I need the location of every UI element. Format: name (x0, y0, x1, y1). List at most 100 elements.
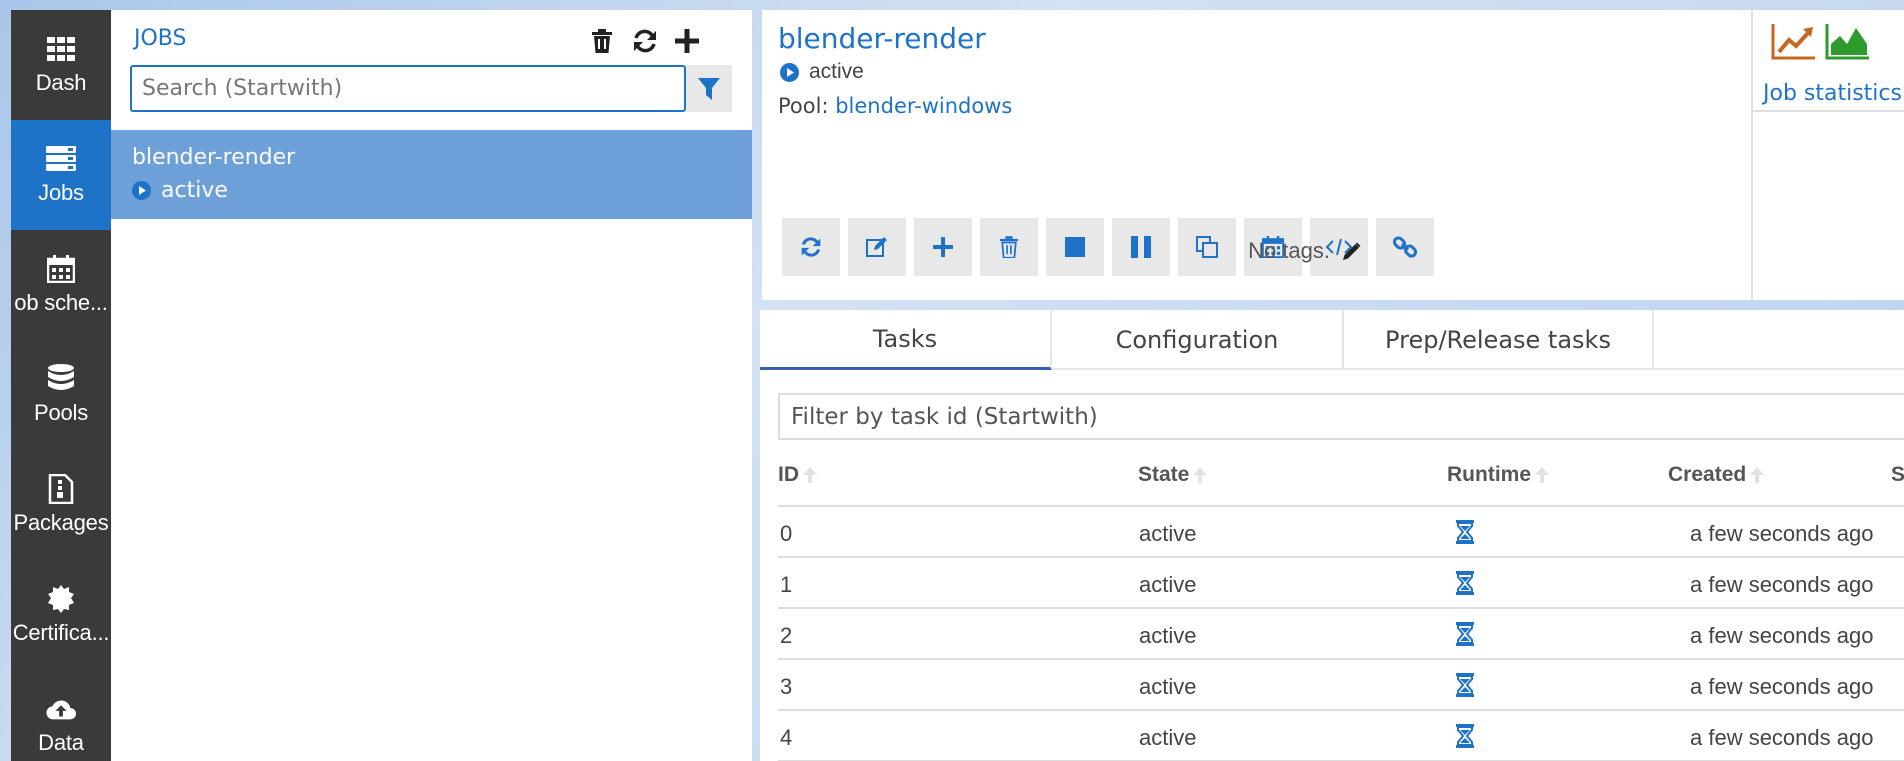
refresh-button[interactable] (782, 218, 840, 276)
job-search-input[interactable] (130, 65, 686, 112)
jobs-icon (46, 144, 76, 174)
column-label: Runtime (1447, 463, 1531, 486)
add-icon (933, 237, 953, 257)
link-button[interactable] (1376, 218, 1434, 276)
pool-link[interactable]: blender-windows (835, 94, 1012, 118)
stats-divider (1753, 110, 1904, 112)
jobs-panel: JOBS blender-render (111, 10, 752, 761)
task-id: 2 (780, 623, 793, 648)
column-header-runtime[interactable]: Runtime (1447, 463, 1549, 487)
column-header-id[interactable]: ID (778, 463, 817, 487)
nav-item-data[interactable]: Data (11, 670, 111, 761)
tab-tasks[interactable]: Tasks (760, 310, 1052, 370)
pencil-icon[interactable] (1342, 241, 1362, 261)
delete-button[interactable] (980, 218, 1038, 276)
sort-arrow-icon (1750, 467, 1765, 483)
column-label: Created (1668, 463, 1747, 486)
filter-button[interactable] (686, 65, 732, 112)
add-job-button[interactable] (670, 24, 704, 58)
play-circle-icon (132, 181, 161, 200)
nav-label: Pools (33, 400, 89, 425)
add-task-button[interactable] (914, 218, 972, 276)
refresh-icon (800, 236, 822, 258)
column-label: S (1891, 463, 1904, 486)
disable-button[interactable] (1112, 218, 1170, 276)
job-status-text: active (809, 60, 864, 83)
refresh-jobs-button[interactable] (628, 24, 662, 58)
nav-item-job-schedules[interactable]: ob sche... (11, 230, 111, 340)
column-header-state[interactable]: State (1138, 463, 1208, 487)
play-circle-icon (780, 62, 809, 82)
task-created: a few seconds ago (1690, 725, 1874, 750)
column-label: ID (778, 463, 799, 486)
task-id: 0 (780, 521, 793, 546)
detail-tabs: Tasks Configuration Prep/Release tasks (760, 310, 1654, 370)
nav-item-jobs[interactable]: Jobs (11, 120, 111, 230)
terminate-button[interactable] (1046, 218, 1104, 276)
stop-icon (1065, 237, 1085, 257)
stats-panel: Job statistics (1751, 10, 1904, 300)
task-id: 3 (780, 674, 793, 699)
nav-label: ob sche... (14, 290, 108, 315)
clone-button[interactable] (1178, 218, 1236, 276)
task-state: active (1139, 674, 1197, 699)
hourglass-icon (1456, 724, 1474, 748)
edit-icon (866, 236, 888, 258)
calendar-icon (46, 254, 76, 284)
tags-area: No tags. (1248, 238, 1362, 264)
jobs-title: JOBS (134, 26, 187, 51)
pool-label: Pool: (778, 94, 829, 118)
nav-item-pools[interactable]: Pools (11, 340, 111, 450)
jobs-header: JOBS (111, 10, 752, 130)
grid-icon (46, 34, 76, 64)
table-row[interactable]: 1 active a few seconds ago (778, 558, 1904, 609)
nav-item-packages[interactable]: Packages (11, 450, 111, 560)
nav-item-dash[interactable]: Dash (11, 10, 111, 120)
task-state: active (1139, 623, 1197, 648)
left-nav: Dash Jobs ob sche... Pools Packages Cert… (11, 10, 111, 761)
task-state: active (1139, 521, 1197, 546)
hourglass-icon (1456, 673, 1474, 697)
refresh-icon (632, 28, 658, 54)
table-row[interactable]: 2 active a few seconds ago (778, 609, 1904, 660)
task-created: a few seconds ago (1690, 521, 1874, 546)
table-row[interactable]: 0 active a few seconds ago (778, 507, 1904, 558)
job-statistics-label: Job statistics (1763, 81, 1902, 106)
cloud-upload-icon (46, 694, 76, 724)
nav-label: Dash (35, 70, 87, 95)
delete-jobs-button[interactable] (585, 24, 619, 58)
nav-label: Jobs (38, 180, 84, 205)
table-row[interactable]: 4 active a few seconds ago (778, 711, 1904, 761)
database-icon (46, 364, 76, 394)
nav-item-certificates[interactable]: Certifica... (11, 560, 111, 670)
filter-icon (698, 77, 720, 100)
no-tags-text: No tags. (1248, 238, 1330, 263)
link-icon (1393, 235, 1417, 259)
trash-icon (592, 29, 612, 53)
column-header-s[interactable]: S (1891, 463, 1904, 487)
tab-configuration[interactable]: Configuration (1052, 310, 1344, 370)
task-state: active (1139, 725, 1197, 750)
hourglass-icon (1456, 520, 1474, 544)
task-filter-input[interactable] (778, 393, 1904, 440)
table-row[interactable]: 3 active a few seconds ago (778, 660, 1904, 711)
job-status: active (780, 60, 864, 84)
job-statistics-link[interactable]: Job statistics (1753, 10, 1904, 110)
certificate-icon (46, 584, 76, 614)
sort-arrow-icon (1535, 467, 1549, 483)
task-created: a few seconds ago (1690, 674, 1874, 699)
job-list-item[interactable]: blender-render active (111, 130, 752, 219)
task-created: a few seconds ago (1690, 623, 1874, 648)
job-detail-header: blender-render active Pool: blender-wind… (762, 10, 1752, 300)
job-title: blender-render (778, 22, 986, 55)
column-header-created[interactable]: Created (1668, 463, 1765, 487)
nav-label: Packages (13, 510, 109, 535)
line-chart-icon (1771, 22, 1817, 60)
column-label: State (1138, 463, 1190, 486)
edit-button[interactable] (848, 218, 906, 276)
job-state: active (161, 178, 228, 203)
pause-icon (1131, 236, 1151, 258)
task-state: active (1139, 572, 1197, 597)
delete-icon (1000, 236, 1018, 258)
tab-prep-release[interactable]: Prep/Release tasks (1344, 310, 1654, 370)
